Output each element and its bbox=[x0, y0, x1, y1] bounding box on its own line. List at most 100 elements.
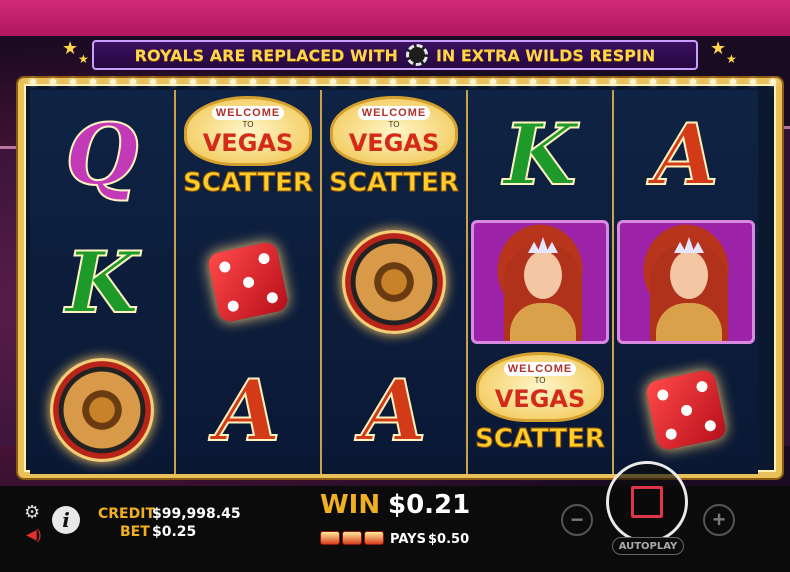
dice-pip bbox=[257, 252, 271, 266]
scatter-to: TO bbox=[388, 119, 400, 129]
reel-divider bbox=[612, 90, 614, 474]
speaker-icon[interactable]: ◀) bbox=[26, 526, 41, 543]
frame-bulb bbox=[170, 79, 176, 85]
credit-label: CREDIT bbox=[98, 506, 155, 522]
minus-icon: − bbox=[570, 507, 584, 532]
dice-pip bbox=[218, 260, 232, 274]
symbol-showgirl bbox=[468, 218, 612, 346]
symbol-k: K bbox=[468, 90, 612, 218]
dice-pip bbox=[695, 380, 709, 394]
decrease-bet-button[interactable]: − bbox=[561, 504, 593, 536]
royal-letter: K bbox=[502, 104, 577, 205]
dice-pip bbox=[664, 427, 678, 441]
frame-bulb bbox=[130, 79, 136, 85]
win-label: WIN bbox=[320, 490, 381, 520]
reel-5: A bbox=[614, 90, 758, 474]
frame-bulb bbox=[690, 79, 696, 85]
frame-bulb bbox=[510, 79, 516, 85]
symbol-showgirl bbox=[614, 218, 758, 346]
info-icon: i bbox=[62, 508, 70, 532]
frame-bulb bbox=[710, 79, 716, 85]
spin-button[interactable] bbox=[606, 461, 688, 543]
star-icon: ★ bbox=[62, 38, 79, 58]
dice-pip bbox=[656, 388, 670, 402]
showgirl-tiara bbox=[528, 237, 558, 253]
symbol-a: A bbox=[176, 346, 320, 474]
royal-letter: A bbox=[214, 360, 281, 461]
frame-bulb bbox=[370, 79, 376, 85]
dice-icon bbox=[206, 240, 290, 324]
frame-bulb bbox=[410, 79, 416, 85]
win-value: $0.21 bbox=[388, 490, 471, 520]
scatter-vegas: VEGAS bbox=[348, 128, 440, 157]
banner-text-after: IN EXTRA WILDS RESPIN bbox=[435, 45, 656, 65]
reel-divider bbox=[174, 90, 176, 474]
scatter-sign: WELCOME TO VEGAS SCATTER bbox=[178, 92, 318, 216]
symbol-scatter: WELCOME TO VEGAS SCATTER bbox=[322, 90, 466, 218]
frame-bulb bbox=[730, 79, 736, 85]
reel-divider bbox=[466, 90, 468, 474]
autoplay-button[interactable]: AUTOPLAY bbox=[612, 537, 684, 555]
symbol-roulette bbox=[322, 218, 466, 346]
plus-icon: + bbox=[712, 507, 726, 532]
frame-bulb bbox=[70, 79, 76, 85]
reel-3: WELCOME TO VEGAS SCATTER A bbox=[322, 90, 466, 474]
symbol-a: A bbox=[614, 90, 758, 218]
scatter-sign: WELCOME TO VEGAS SCATTER bbox=[470, 348, 610, 472]
bet-label: BET bbox=[120, 524, 150, 540]
royal-letter: A bbox=[652, 104, 719, 205]
frame-bulb bbox=[230, 79, 236, 85]
star-icon: ★ bbox=[710, 38, 727, 58]
credit-value: $99,998.45 bbox=[152, 506, 241, 522]
scatter-welcome: WELCOME bbox=[503, 361, 577, 376]
frame-bulb bbox=[110, 79, 116, 85]
frame-bulb bbox=[470, 79, 476, 85]
reel-divider bbox=[320, 90, 322, 474]
dice-icon bbox=[644, 368, 728, 452]
increase-bet-button[interactable]: + bbox=[703, 504, 735, 536]
royal-letter: Q bbox=[64, 104, 139, 205]
frame-bulb bbox=[670, 79, 676, 85]
frame-bulb bbox=[490, 79, 496, 85]
frame-bulb bbox=[190, 79, 196, 85]
royal-letter: K bbox=[64, 232, 139, 333]
frame-bulb bbox=[610, 79, 616, 85]
vegas-sign: WELCOME TO VEGAS bbox=[184, 96, 312, 166]
frame-bulb bbox=[590, 79, 596, 85]
star-icon: ★ bbox=[78, 52, 89, 66]
vegas-sign: WELCOME TO VEGAS bbox=[330, 96, 458, 166]
stop-icon bbox=[631, 486, 663, 518]
pays-label: PAYS bbox=[390, 532, 426, 547]
showgirl-portrait bbox=[617, 220, 755, 344]
reel-2: WELCOME TO VEGAS SCATTER A bbox=[176, 90, 320, 474]
info-button[interactable]: i bbox=[52, 506, 80, 534]
frame-bulb bbox=[770, 79, 776, 85]
vegas-sign: WELCOME TO VEGAS bbox=[476, 352, 604, 422]
scatter-to: TO bbox=[242, 119, 254, 129]
frame-bulb bbox=[650, 79, 656, 85]
star-icon: ★ bbox=[726, 52, 737, 66]
dice-pip bbox=[265, 291, 279, 305]
symbol-scatter: WELCOME TO VEGAS SCATTER bbox=[468, 346, 612, 474]
roulette-wheel-icon bbox=[50, 358, 154, 462]
reel-4: K WELCOME TO VEGAS SCATTER bbox=[468, 90, 612, 474]
symbol-q: Q bbox=[30, 90, 174, 218]
scatter-label: SCATTER bbox=[475, 424, 606, 455]
frame-bulb bbox=[530, 79, 536, 85]
showgirl-face bbox=[670, 251, 708, 299]
frame-bulb bbox=[290, 79, 296, 85]
dice-pip bbox=[226, 299, 240, 313]
symbol-roulette bbox=[30, 346, 174, 474]
scatter-label: SCATTER bbox=[329, 168, 460, 199]
showgirl-portrait bbox=[471, 220, 609, 344]
symbol-dice bbox=[614, 346, 758, 474]
royal-letter: A bbox=[360, 360, 427, 461]
symbol-scatter: WELCOME TO VEGAS SCATTER bbox=[176, 90, 320, 218]
scatter-welcome: WELCOME bbox=[357, 105, 431, 120]
bet-value: $0.25 bbox=[152, 524, 197, 540]
gear-icon[interactable]: ⚙ bbox=[24, 502, 40, 523]
scatter-welcome: WELCOME bbox=[211, 105, 285, 120]
frame-bulb bbox=[350, 79, 356, 85]
winning-symbols bbox=[320, 531, 384, 545]
frame-bulb bbox=[150, 79, 156, 85]
